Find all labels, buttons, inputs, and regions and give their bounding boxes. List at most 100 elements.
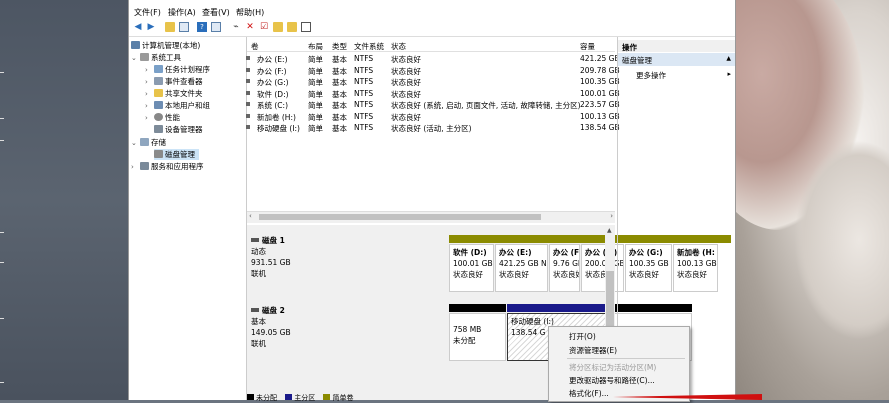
volume-name: 系统 (C:) [257, 101, 288, 110]
disk1-partition[interactable]: 办公 (E:) 421.25 GB N 状态良好 [495, 244, 548, 292]
table-row[interactable]: 办公 (E:) 简单 基本 NTFS 状态良好 421.25 GB [246, 53, 620, 65]
table-cell: 状态良好 [391, 78, 421, 87]
folder-up-icon[interactable] [165, 22, 175, 32]
disk1-partition[interactable]: 软件 (D:) 100.01 GB 状态良好 [449, 244, 494, 292]
volume-name: 软件 (D:) [257, 89, 289, 99]
volume-icon [246, 102, 250, 106]
show-tree-icon[interactable] [179, 22, 189, 32]
search-folder-icon[interactable] [287, 22, 297, 32]
table-cell: 223.57 GB [580, 100, 620, 109]
menu-help[interactable]: 帮助(H) [236, 7, 264, 18]
column-filesystem[interactable]: 文件系统 [354, 41, 384, 52]
menu-action[interactable]: 操作(A) [168, 7, 196, 18]
tree-item-local-users[interactable]: › 本地用户和组 [145, 100, 210, 111]
connect-icon[interactable]: ⌁ [231, 22, 241, 32]
table-row[interactable]: 软件 (D:) 简单 基本 NTFS 状态良好 100.01 GB [246, 88, 620, 100]
menu-separator [567, 358, 685, 359]
table-cell: 138.54 GB [580, 123, 620, 132]
volume-icon [246, 90, 250, 95]
table-row[interactable]: 新加卷 (H:) 简单 基本 NTFS 状态良好 100.13 GB [246, 111, 620, 123]
column-capacity[interactable]: 容量 [580, 41, 595, 52]
legend-swatch-unallocated [247, 394, 254, 400]
volume-name: 办公 (G:) [257, 78, 289, 87]
chevron-down-icon[interactable]: ⌄ [131, 54, 140, 62]
volume-name: 移动硬盘 (I:) [257, 124, 300, 133]
column-status[interactable]: 状态 [391, 41, 406, 52]
table-row[interactable]: 办公 (F:) 简单 基本 NTFS 状态良好 209.78 GB [246, 65, 620, 77]
tree-item-disk-management[interactable]: 磁盘管理 [154, 149, 199, 160]
disk2-info[interactable]: 磁盘 2 基本 149.05 GB 联机 [251, 305, 317, 349]
table-cell: 209.78 GB [580, 65, 620, 75]
chevron-right-icon[interactable]: › [145, 66, 154, 74]
column-type[interactable]: 类型 [332, 41, 347, 52]
storage-icon [140, 138, 149, 146]
menu-item-change-letter[interactable]: 更改驱动器号和路径(C)... [569, 375, 655, 386]
table-cell: 421.25 GB [580, 54, 620, 63]
delete-icon[interactable]: ✕ [245, 22, 255, 32]
computer-icon [131, 41, 140, 49]
open-folder-icon[interactable] [273, 22, 283, 32]
menu-file[interactable]: 文件(F) [134, 7, 161, 18]
chevron-right-icon[interactable]: › [145, 114, 154, 122]
unallocated-color-bar [449, 304, 506, 312]
scroll-up-icon[interactable]: ▲ [607, 227, 612, 234]
partition-size: 421.25 GB N [499, 259, 547, 268]
menu-item-open[interactable]: 打开(O) [569, 331, 596, 342]
table-cell: 简单 [308, 55, 323, 64]
chevron-right-icon[interactable]: › [145, 78, 154, 86]
tree-item-system-tools[interactable]: ⌄ 系统工具 [131, 52, 181, 63]
table-row[interactable]: 办公 (G:) 简单 基本 NTFS 状态良好 100.35 GB [246, 76, 620, 88]
table-cell: 基本 [332, 89, 347, 99]
volume-icon [246, 125, 250, 129]
tree-item-performance[interactable]: › 性能 [145, 112, 180, 123]
disk2-status: 联机 [251, 339, 266, 348]
table-row[interactable]: 移动硬盘 (I:) 简单 基本 NTFS 状态良好 (活动, 主分区) 138.54 GB [246, 122, 620, 134]
horizontal-scrollbar[interactable]: ‹ › [247, 211, 615, 223]
table-cell: 基本 [332, 101, 347, 110]
unallocated-partition[interactable]: 758 MB 未分配 [449, 313, 506, 361]
horizontal-scroll-thumb[interactable] [259, 214, 541, 220]
actions-more[interactable]: 更多操作 [636, 70, 666, 81]
column-volume[interactable]: 卷 [251, 41, 259, 52]
disk1-info[interactable]: 磁盘 1 动态 931.51 GB 联机 [251, 235, 317, 279]
back-icon[interactable]: ◀ [133, 22, 143, 32]
partition-size: 100.01 GB [453, 259, 493, 268]
table-row[interactable]: 系统 (C:) 简单 基本 NTFS 状态良好 (系统, 启动, 页面文件, 活动, 故… [246, 99, 620, 111]
help-icon[interactable]: ? [197, 22, 207, 32]
volume-name: 办公 (E:) [257, 55, 288, 64]
tree-item-device-manager[interactable]: 设备管理器 [154, 124, 203, 135]
table-cell: 简单 [308, 124, 323, 133]
actions-disk-management[interactable]: 磁盘管理 ▲ [618, 53, 735, 66]
chevron-down-icon[interactable]: ⌄ [131, 139, 140, 147]
volume-icon [246, 79, 250, 83]
tree-item-storage[interactable]: ⌄ 存储 [131, 137, 166, 148]
tree-item-task-scheduler[interactable]: › 任务计划程序 [145, 64, 210, 75]
settings-icon[interactable] [301, 22, 311, 32]
column-layout[interactable]: 布局 [308, 41, 323, 52]
partition-status: 状态良好 [553, 270, 580, 279]
partition-status: 状态良好 [499, 270, 529, 279]
chevron-right-icon[interactable]: › [145, 102, 154, 110]
menu-view[interactable]: 查看(V) [202, 7, 230, 18]
tree-item-services[interactable]: › 服务和应用程序 [131, 161, 204, 172]
table-cell: 基本 [332, 78, 347, 87]
collapse-icon[interactable]: ▲ [726, 55, 731, 62]
tree-item-event-viewer[interactable]: › 事件查看器 [145, 76, 203, 87]
table-cell: 简单 [308, 89, 323, 99]
table-cell: NTFS [354, 77, 374, 86]
tree-item-root[interactable]: 计算机管理(本地) [131, 40, 200, 51]
properties-icon[interactable] [211, 22, 221, 32]
forward-icon[interactable]: ▶ [146, 22, 156, 32]
menu-item-format[interactable]: 格式化(F)... [569, 388, 609, 399]
disk1-size: 931.51 GB [251, 258, 291, 267]
menu-item-explorer[interactable]: 资源管理器(E) [569, 345, 617, 356]
scroll-left-icon[interactable]: ‹ [249, 212, 252, 220]
chevron-right-icon[interactable]: ▸ [727, 70, 731, 78]
check-icon[interactable]: ☑ [259, 22, 269, 32]
disk1-partition[interactable]: 办公 (F 9.76 GB 状态良好 [549, 244, 580, 292]
table-cell: 状态良好 [391, 89, 421, 99]
scroll-right-icon[interactable]: › [610, 212, 613, 220]
chevron-right-icon[interactable]: › [145, 90, 154, 98]
tree-item-shared-folders[interactable]: › 共享文件夹 [145, 88, 203, 99]
chevron-right-icon[interactable]: › [131, 163, 140, 171]
